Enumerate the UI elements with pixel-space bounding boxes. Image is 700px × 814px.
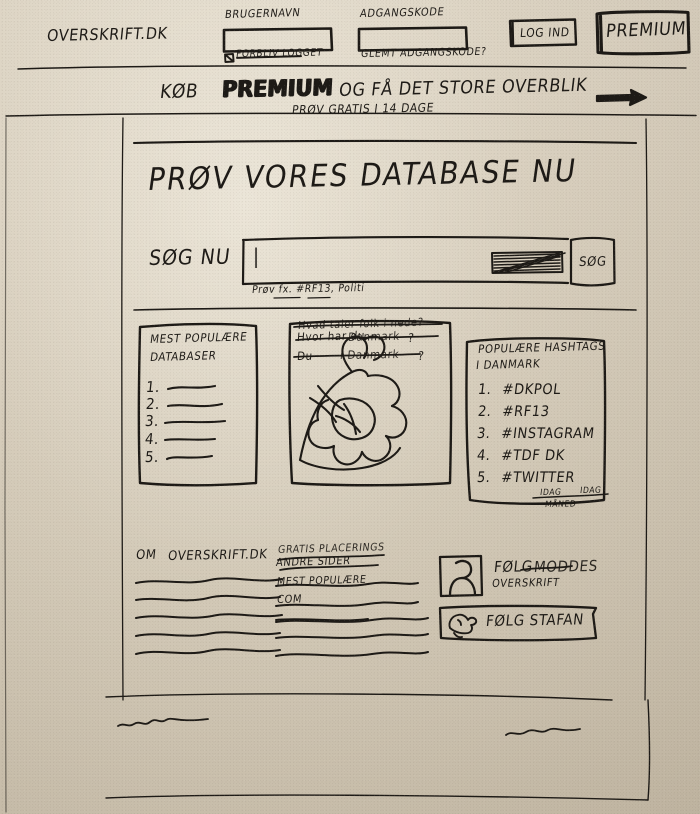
facebook-follow-struck: MODDES: [533, 556, 599, 577]
talk-box-line2-struck: Danmark: [347, 328, 401, 345]
search-scribble-icon: [492, 252, 565, 273]
footer-links-title-struck: GRATIS PLACERINGS: [277, 541, 386, 557]
hashtag-rank: 2.: [477, 404, 493, 420]
footer-links-subtitle[interactable]: MEST POPULÆRE: [276, 574, 367, 588]
footer-bottom-divider: [106, 700, 650, 800]
hashtag-rank: 5.: [476, 470, 492, 486]
popular-databases-placeholder-lines: [165, 386, 225, 459]
hashtag-tag[interactable]: #TWITTER: [500, 470, 575, 486]
banner-subtext: PRØV GRATIS I 14 DAGE: [291, 100, 435, 118]
twitter-follow-button-label[interactable]: FØLG STAFAN: [485, 610, 585, 630]
sheet-left-edge: [5, 118, 6, 812]
sketch-ink-layer: [0, 0, 700, 814]
hashtag-tag[interactable]: #DKPOL: [501, 382, 561, 398]
list-item[interactable]: 5. #TWITTER: [476, 470, 576, 486]
search-hint-underlines: [274, 298, 330, 299]
hero-title: PRØV VORES DATABASE NU: [145, 152, 580, 199]
popular-databases-title-line1: MEST POPULÆRE: [149, 329, 249, 347]
search-hint: Prøv fx. #RF13, Politi: [251, 282, 366, 297]
list-item[interactable]: 1. #DKPOL: [477, 382, 562, 398]
hashtag-rank: 3.: [476, 426, 492, 442]
facebook-follow-label[interactable]: FØLG: [493, 557, 534, 576]
footer-links-subtitle2[interactable]: COM: [276, 592, 303, 606]
list-item[interactable]: 3.: [144, 412, 160, 430]
hashtag-range-month[interactable]: MÅNED: [544, 499, 577, 510]
login-button-label[interactable]: LOG IND: [519, 25, 570, 40]
premium-button-label[interactable]: PREMIUM: [605, 18, 687, 42]
hero-card-bottom: [134, 308, 636, 310]
site-logo[interactable]: OVERSKRIFT.DK: [46, 23, 169, 45]
hashtag-tag[interactable]: #INSTAGRAM: [500, 426, 595, 442]
hashtag-tag[interactable]: #RF13: [501, 404, 550, 420]
list-item[interactable]: 2.: [145, 395, 161, 413]
search-button-label[interactable]: SØG: [578, 255, 607, 271]
talk-box-line2-tail: ?: [407, 331, 416, 345]
hashtag-rank: 4.: [476, 448, 492, 464]
talk-box-line3-before: Du: [296, 348, 314, 364]
remember-checkbox-box: [225, 54, 234, 62]
footer-about-title-before: OM: [135, 547, 158, 564]
search-label: SØG NU: [147, 244, 232, 271]
talk-box-line3-tail: ?: [417, 349, 426, 363]
hashtags-subtitle: I DANMARK: [475, 356, 542, 373]
password-label: ADGANGSKODE: [359, 5, 446, 21]
footer-top-divider: [106, 694, 612, 700]
list-item[interactable]: 4.: [144, 430, 160, 448]
talk-box-line3-struck: i Danmark: [339, 346, 400, 363]
hashtag-range-week[interactable]: IDAG: [579, 486, 602, 496]
list-item[interactable]: 5.: [144, 448, 160, 466]
bottom-right-squiggle: [506, 729, 580, 735]
facebook-follow-label2[interactable]: OVERSKRIFT: [491, 576, 560, 590]
banner-arrow-icon: [597, 90, 646, 105]
banner-text-after: OG FÅ DET STORE OVERBLIK: [337, 74, 589, 102]
twitter-bird-icon: [449, 615, 476, 638]
hashtag-tag[interactable]: #TDF DK: [500, 448, 565, 464]
search-input[interactable]: |: [253, 246, 260, 266]
hashtag-range-today[interactable]: IDAG: [539, 488, 562, 498]
list-item[interactable]: 2. #RF13: [477, 404, 550, 420]
banner-text-before: KØB: [158, 80, 200, 104]
header-divider: [18, 66, 686, 69]
footer-about-title-link[interactable]: OVERSKRIFT.DK: [167, 547, 268, 564]
bottom-left-squiggle: [118, 719, 208, 726]
list-item[interactable]: 1.: [145, 378, 161, 396]
list-item[interactable]: 4. #TDF DK: [476, 448, 566, 464]
hashtag-rank: 1.: [477, 382, 493, 398]
banner-text-bold: PREMIUM: [221, 75, 334, 104]
hero-card-outline: [134, 141, 636, 143]
footer-about-lines: [136, 578, 282, 654]
popular-databases-title-line2: DATABASER: [149, 348, 218, 365]
list-item[interactable]: 3. #INSTAGRAM: [476, 426, 595, 442]
footer-links-title-line2: ANDRE SIDER: [275, 554, 352, 570]
forgot-password-link[interactable]: GLEMT ADGANGSKODE?: [360, 46, 487, 60]
remember-checkbox-label[interactable]: FORBLIV LOGGET: [235, 47, 323, 60]
username-label: BRUGERNAVN: [224, 6, 302, 22]
facebook-avatar-icon: [440, 556, 482, 596]
